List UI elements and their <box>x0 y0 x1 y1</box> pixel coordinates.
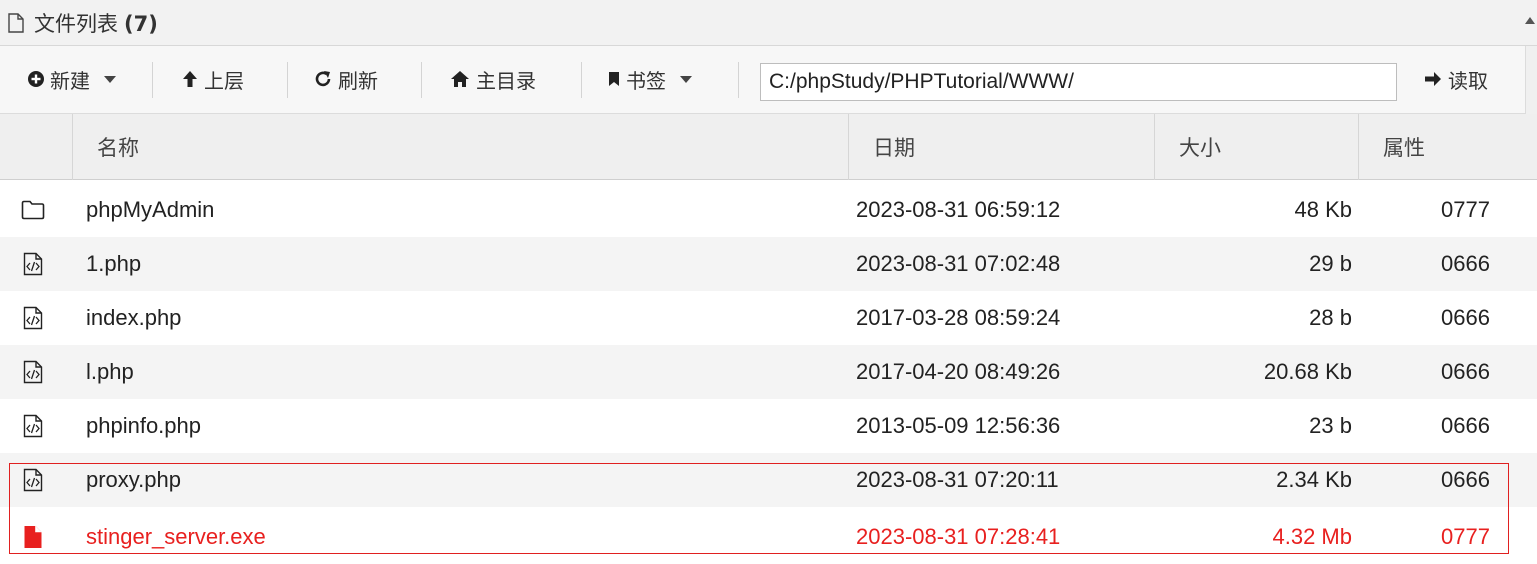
up-label: 上层 <box>204 68 244 93</box>
file-attr: 0666 <box>1441 251 1490 276</box>
file-name[interactable]: proxy.php <box>86 453 181 507</box>
bookmark-button[interactable]: 书签 <box>608 56 692 102</box>
toolbar-divider <box>287 62 288 98</box>
folder-icon <box>16 183 50 237</box>
up-button[interactable]: 上层 <box>182 56 244 102</box>
file-attr: 0666 <box>1441 467 1490 492</box>
table-row[interactable]: phpinfo.php 2013-05-09 12:56:36 23 b 066… <box>0 399 1537 453</box>
plus-circle-icon <box>28 71 44 87</box>
file-size: 4.32 Mb <box>1272 524 1353 549</box>
file-date: 2023-08-31 07:20:11 <box>856 467 1059 492</box>
table-row[interactable]: index.php 2017-03-28 08:59:24 28 b 0666 <box>0 291 1537 345</box>
refresh-button[interactable]: 刷新 <box>314 56 378 102</box>
path-input[interactable] <box>760 63 1397 101</box>
read-label: 读取 <box>1448 68 1488 93</box>
file-size: 29 b <box>1309 251 1352 276</box>
chevron-down-icon <box>680 75 692 83</box>
file-name[interactable]: l.php <box>86 345 134 399</box>
column-header-attr[interactable]: 属性 <box>1358 114 1537 180</box>
panel-header: 文件列表 (7) <box>0 0 1537 46</box>
bookmark-label: 书签 <box>626 68 666 93</box>
file-date: 2017-03-28 08:59:24 <box>856 305 1061 330</box>
file-date: 2013-05-09 12:56:36 <box>856 413 1061 438</box>
refresh-label: 刷新 <box>338 68 378 93</box>
file-date: 2023-08-31 06:59:12 <box>856 197 1061 222</box>
refresh-icon <box>315 71 331 87</box>
file-name[interactable]: index.php <box>86 291 181 345</box>
toolbar-divider <box>581 62 582 98</box>
toolbar-divider <box>152 62 153 98</box>
file-size: 48 Kb <box>1294 197 1353 222</box>
collapse-icon[interactable] <box>1525 17 1535 24</box>
table-row[interactable]: 1.php 2023-08-31 07:02:48 29 b 0666 <box>0 237 1537 291</box>
file-attr: 0666 <box>1441 413 1490 438</box>
file-attr: 0666 <box>1441 359 1490 384</box>
home-icon <box>451 71 469 87</box>
file-outline-icon <box>8 11 28 35</box>
file-date: 2023-08-31 07:02:48 <box>856 251 1061 276</box>
table-row[interactable]: stinger_server.exe 2023-08-31 07:28:41 4… <box>0 510 1537 564</box>
read-button[interactable]: 读取 <box>1424 56 1488 102</box>
chevron-down-icon <box>104 75 116 83</box>
table-header: 名称 日期 大小 属性 <box>0 114 1537 180</box>
file-attr: 0666 <box>1441 305 1490 330</box>
arrow-right-icon <box>1425 72 1441 86</box>
table-row[interactable]: l.php 2017-04-20 08:49:26 20.68 Kb 0666 <box>0 345 1537 399</box>
arrow-up-icon <box>183 71 197 87</box>
file-date: 2023-08-31 07:28:41 <box>856 524 1061 549</box>
new-button[interactable]: 新建 <box>28 56 116 102</box>
toolbar-edge <box>1525 46 1537 114</box>
file-size: 2.34 Kb <box>1276 467 1352 492</box>
file-size: 20.68 Kb <box>1263 359 1352 384</box>
file-name[interactable]: phpMyAdmin <box>86 183 214 237</box>
file-count: (7) <box>124 11 158 36</box>
code-file-icon <box>16 399 50 453</box>
code-file-icon <box>16 291 50 345</box>
file-attr: 0777 <box>1441 524 1490 549</box>
file-date: 2017-04-20 08:49:26 <box>856 359 1061 384</box>
bookmark-icon <box>609 72 619 86</box>
code-file-icon <box>16 345 50 399</box>
table-row[interactable]: phpMyAdmin 2023-08-31 06:59:12 48 Kb 077… <box>0 183 1537 237</box>
toolbar: 新建 上层 刷新 主目录 书签 读取 <box>0 46 1537 114</box>
file-name[interactable]: 1.php <box>86 237 141 291</box>
new-label: 新建 <box>50 68 90 93</box>
column-header-size[interactable]: 大小 <box>1154 114 1358 180</box>
file-size: 23 b <box>1309 413 1352 438</box>
code-file-icon <box>16 453 50 507</box>
code-file-icon <box>16 237 50 291</box>
toolbar-divider <box>421 62 422 98</box>
red-file-icon <box>16 510 50 564</box>
home-label: 主目录 <box>476 68 536 93</box>
file-attr: 0777 <box>1441 197 1490 222</box>
column-header-name[interactable]: 名称 <box>72 114 848 180</box>
home-button[interactable]: 主目录 <box>450 56 536 102</box>
table-row[interactable]: proxy.php 2023-08-31 07:20:11 2.34 Kb 06… <box>0 453 1537 507</box>
file-name[interactable]: phpinfo.php <box>86 399 201 453</box>
column-header-date[interactable]: 日期 <box>848 114 1154 180</box>
file-size: 28 b <box>1309 305 1352 330</box>
file-name[interactable]: stinger_server.exe <box>86 510 266 564</box>
toolbar-divider <box>738 62 739 98</box>
panel-title: 文件列表 (7) <box>34 11 158 36</box>
